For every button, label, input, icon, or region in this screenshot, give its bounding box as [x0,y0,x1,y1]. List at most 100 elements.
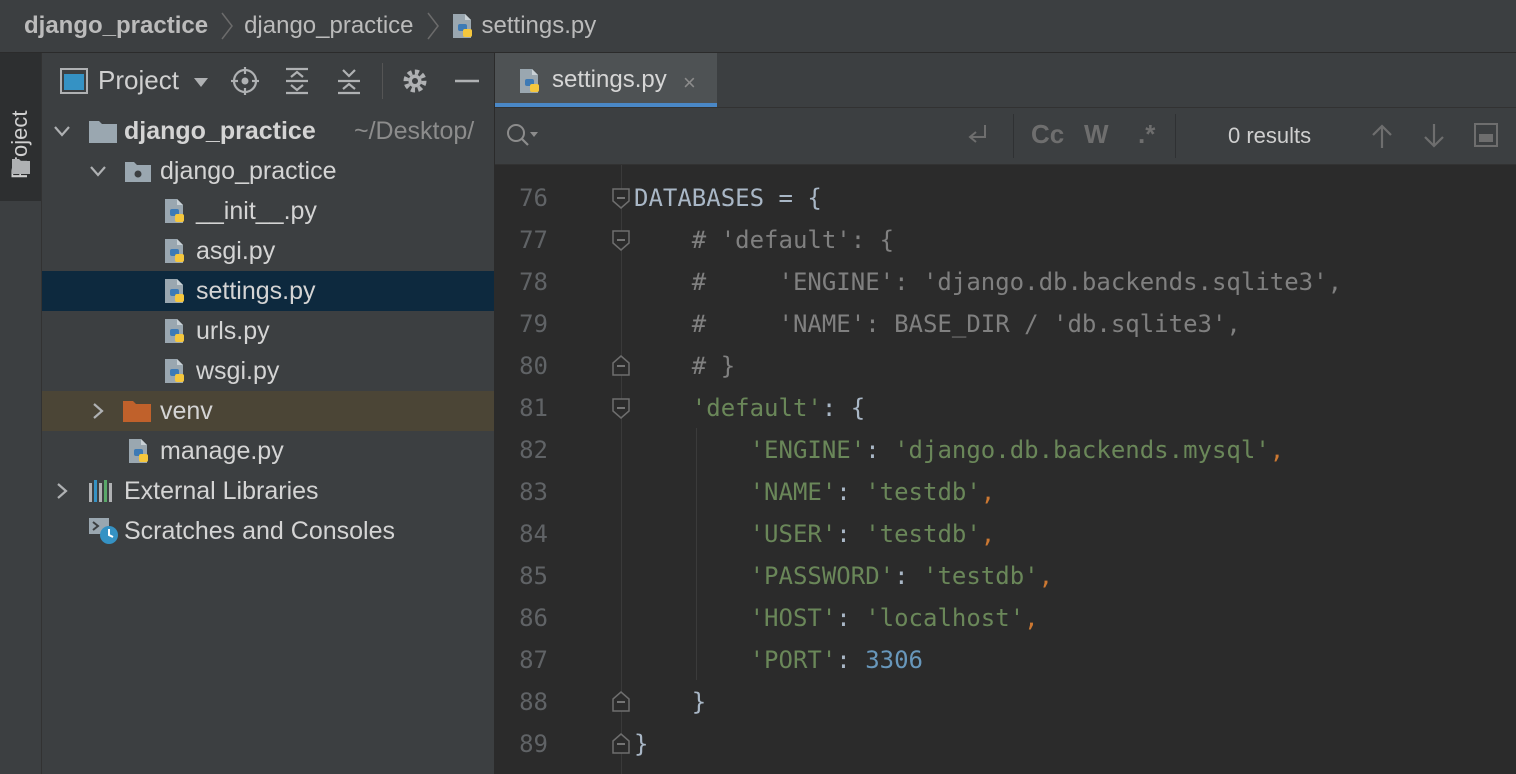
arrow-up-icon[interactable] [1370,122,1394,150]
fold-end-marker-icon[interactable] [611,691,631,713]
expand-all-icon[interactable] [282,66,312,96]
code-line[interactable]: 88 } [495,681,1516,723]
breadcrumb-item-file[interactable]: settings.py [450,12,596,40]
line-number: 79 [519,310,548,338]
line-number: 88 [519,688,548,716]
code-token-punct: , [1038,562,1054,590]
code-token-comment: # 'ENGINE': 'django.db.backends.sqlite3'… [634,268,1343,296]
tree-item-file[interactable]: __init__.py [42,191,494,231]
code-line[interactable]: 85 'PASSWORD': 'testdb', [495,555,1516,597]
tree-item-file[interactable]: asgi.py [42,231,494,271]
tree-item-label: django_practice [124,116,316,145]
locate-icon[interactable] [230,66,260,96]
tree-item-label: __init__.py [196,196,317,225]
code-token-string: 'ENGINE' [749,436,866,464]
code-line[interactable]: 81 'default': { [495,387,1516,429]
chevron-right-icon [221,12,234,40]
code-text: 'USER': 'testdb', [634,513,996,555]
tree-item-file[interactable]: wsgi.py [42,351,494,391]
fold-marker-icon[interactable] [611,187,631,209]
code-editor[interactable]: 76 DATABASES = {77 # 'default': {78 # 'EN… [495,165,1516,774]
tree-item-scratches[interactable]: Scratches and Consoles [42,511,494,551]
fold-end-marker-icon[interactable] [611,733,631,755]
code-token-plain: : [836,604,866,632]
code-line[interactable]: 89} [495,723,1516,765]
code-line[interactable]: 84 'USER': 'testdb', [495,513,1516,555]
code-line[interactable]: 78 # 'ENGINE': 'django.db.backends.sqlit… [495,261,1516,303]
editor-tab-settings[interactable]: settings.py × [495,53,717,107]
match-case-toggle[interactable]: Cc [1031,119,1064,150]
breadcrumb-item-package[interactable]: django_practice [244,12,413,40]
code-line[interactable]: 87 'PORT': 3306 [495,639,1516,681]
project-panel: Project django_practice ~/Desktop/ djang… [42,53,494,774]
breadcrumb-item-project[interactable]: django_practice [0,12,208,40]
tree-item-label: urls.py [196,316,270,345]
library-icon [89,480,112,502]
line-number: 77 [519,226,548,254]
search-icon[interactable] [505,122,539,148]
arrow-down-icon[interactable] [1422,122,1446,150]
tree-item-file-selected[interactable]: settings.py [42,271,494,311]
minimize-icon[interactable] [452,66,482,96]
tree-item-file[interactable]: urls.py [42,311,494,351]
code-text: # 'NAME': BASE_DIR / 'db.sqlite3', [634,303,1241,345]
close-icon[interactable]: × [683,70,696,96]
code-text: } [634,723,648,765]
scratches-icon [89,518,118,544]
gear-icon[interactable] [400,66,430,96]
words-toggle[interactable]: W [1084,119,1109,150]
line-number: 82 [519,436,548,464]
code-token-string: 'testdb' [923,562,1039,590]
tree-item-root-project[interactable]: django_practice ~/Desktop/ [42,111,494,151]
line-number: 83 [519,478,548,506]
folder-icon [12,159,30,174]
code-line[interactable]: 79 # 'NAME': BASE_DIR / 'db.sqlite3', [495,303,1516,345]
chevron-down-icon[interactable] [52,121,72,141]
fold-end-marker-icon[interactable] [611,355,631,377]
code-line[interactable]: 77 # 'default': { [495,219,1516,261]
code-line[interactable]: 80 # } [495,345,1516,387]
collapse-all-icon[interactable] [334,66,364,96]
code-text: # 'default': { [634,219,894,261]
tree-item-venv[interactable]: venv [42,391,494,431]
code-token-string: 'USER' [749,520,837,548]
python-file-icon [165,199,184,223]
tree-item-label: django_practice [160,156,337,185]
chevron-right-icon[interactable] [52,481,72,501]
new-line-icon[interactable] [965,122,991,148]
code-line[interactable]: 76 DATABASES = { [495,177,1516,219]
caret-down-icon[interactable] [194,78,208,87]
fold-marker-icon[interactable] [611,229,631,251]
tree-item-file[interactable]: manage.py [42,431,494,471]
code-token-string: 'PORT' [749,646,837,674]
fold-marker-icon[interactable] [611,397,631,419]
code-token-plain: : [836,646,866,674]
tree-item-external-libraries[interactable]: External Libraries [42,471,494,511]
project-tool-tab[interactable]: Project [0,53,41,201]
regex-toggle[interactable]: .* [1138,119,1155,150]
python-file-icon [165,279,184,303]
python-file-icon [165,359,184,383]
chevron-down-icon[interactable] [88,161,108,181]
line-number: 80 [519,352,548,380]
tree-item-path: ~/Desktop/ [354,116,475,145]
code-text: # 'ENGINE': 'django.db.backends.sqlite3'… [634,261,1342,303]
filter-icon[interactable] [1473,122,1499,148]
search-results-count: 0 results [1228,123,1312,148]
search-input[interactable] [545,118,949,156]
tree-item-package[interactable]: django_practice [42,151,494,191]
code-line[interactable]: 82 'ENGINE': 'django.db.backends.mysql', [495,429,1516,471]
chevron-right-icon[interactable] [88,401,108,421]
code-token-punct: , [980,520,996,548]
excluded-folder-icon [123,401,151,422]
line-number: 89 [519,730,548,758]
code-token-punct: , [1024,604,1039,632]
code-line[interactable]: 86 'HOST': 'localhost', [495,597,1516,639]
code-line[interactable]: 83 'NAME': 'testdb', [495,471,1516,513]
python-file-icon [520,69,539,93]
code-token-comment: # 'default': { [634,226,895,254]
project-view-dropdown[interactable]: Project [98,65,179,96]
